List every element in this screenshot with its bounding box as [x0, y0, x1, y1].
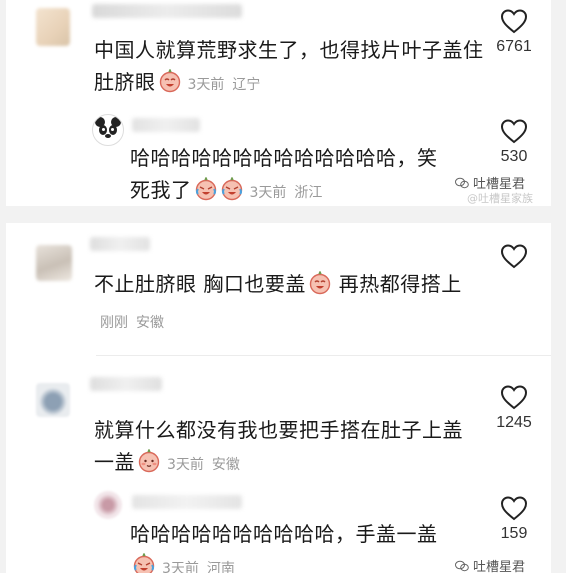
username-blurred[interactable]	[92, 4, 242, 18]
like-button[interactable]: 6761	[489, 8, 539, 56]
comment-text: 不止肚脐眼 胸口也要盖 再热都得搭上刚刚 安徽	[94, 270, 462, 331]
comment-meta: 3天前 辽宁	[187, 77, 261, 93]
like-count: 530	[500, 148, 528, 165]
like-button[interactable]	[489, 243, 539, 273]
heart-icon	[500, 244, 528, 269]
comment-meta: 3天前 安徽	[167, 457, 240, 473]
heart-icon	[500, 119, 528, 144]
avatar[interactable]	[94, 491, 122, 519]
laughing-face-emoji	[158, 68, 182, 102]
comment-card: 中国人就算荒野求生了，也得找片叶子盖住肚脐眼 3天前 辽宁 6761 哈哈哈哈哈哈哈…	[6, 0, 551, 206]
like-button[interactable]: 530	[489, 118, 539, 166]
heart-icon	[500, 496, 528, 521]
wechat-icon	[454, 560, 469, 572]
reply-meta: 3天前 河南	[162, 561, 235, 573]
crying-laughing-emoji	[132, 552, 156, 573]
username-blurred[interactable]	[132, 118, 200, 132]
watermark-sub: @吐槽星家族	[467, 192, 533, 205]
username-blurred[interactable]	[90, 237, 150, 251]
like-button[interactable]: 1245	[489, 384, 539, 432]
username-blurred[interactable]	[90, 377, 162, 391]
like-count: 159	[500, 525, 528, 542]
crying-laughing-emoji	[220, 176, 244, 206]
like-button[interactable]: 159	[489, 495, 539, 543]
username-blurred[interactable]	[132, 495, 242, 509]
shy-face-emoji	[137, 448, 161, 482]
like-count: 6761	[496, 38, 532, 55]
laughing-face-emoji	[308, 270, 332, 304]
heart-icon	[500, 9, 528, 34]
avatar[interactable]	[92, 114, 124, 146]
like-count: 1245	[496, 414, 532, 431]
reply-meta: 3天前 浙江	[249, 185, 323, 201]
watermark: 吐槽星君	[454, 556, 525, 573]
comment-card: 不止肚脐眼 胸口也要盖 再热都得搭上刚刚 安徽 就算什么都没有我也要把手搭在肚子上…	[6, 223, 551, 573]
avatar[interactable]	[36, 245, 72, 281]
reply-text: 哈哈哈哈哈哈哈哈哈哈，手盖一盖3天前 河南	[130, 518, 452, 573]
avatar[interactable]	[36, 8, 70, 46]
panda-icon	[94, 116, 122, 144]
comment-text: 中国人就算荒野求生了，也得找片叶子盖住肚脐眼 3天前 辽宁	[94, 34, 484, 102]
heart-icon	[500, 385, 528, 410]
reply-text: 哈哈哈哈哈哈哈哈哈哈哈哈哈，笑死我了 3天前 浙江	[130, 142, 442, 206]
comment-text: 就算什么都没有我也要把手搭在肚子上盖一盖 3天前 安徽	[94, 414, 474, 482]
crying-laughing-emoji	[194, 176, 218, 206]
comment-meta: 刚刚 安徽	[100, 315, 164, 331]
divider	[96, 355, 551, 356]
wechat-icon	[454, 177, 469, 189]
avatar[interactable]	[36, 383, 70, 417]
